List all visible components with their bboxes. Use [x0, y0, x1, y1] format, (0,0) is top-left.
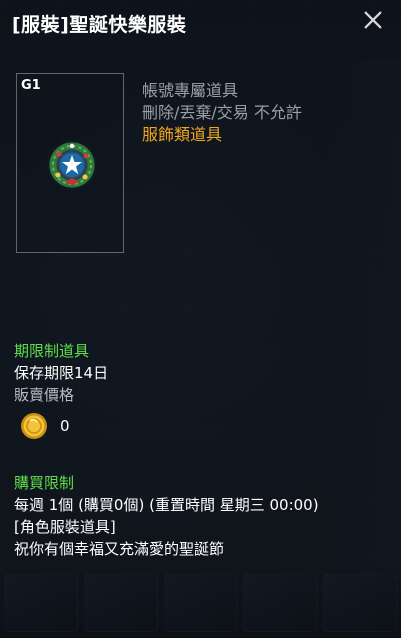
close-icon: [364, 11, 382, 29]
account-bound-label: 帳號專屬道具: [142, 81, 239, 100]
item-tooltip-panel: [服裝]聖誕快樂服裝 G1 帳號專屬道具 刪除/丟棄/交易 不允許 服飾類道具 …: [0, 0, 401, 638]
gold-coin-icon: [21, 413, 47, 439]
period-duration: 保存期限14日: [14, 364, 109, 382]
item-description: 祝你有個幸福又充滿愛的聖誕節: [14, 540, 225, 558]
sell-price-heading: 販賣價格: [14, 386, 75, 404]
close-button[interactable]: [359, 6, 387, 34]
sell-price-value: 0: [60, 417, 70, 435]
period-section: 期限制道具 保存期限14日 販賣價格: [14, 340, 108, 406]
restriction-label: 刪除/丟棄/交易 不允許: [142, 103, 302, 122]
purchase-heading: 購買限制: [14, 474, 75, 492]
period-heading: 期限制道具: [14, 342, 90, 360]
item-title: [服裝]聖誕快樂服裝: [12, 14, 187, 36]
item-properties: 帳號專屬道具 刪除/丟棄/交易 不允許 服飾類道具: [142, 80, 302, 146]
category-label: 服飾類道具: [142, 125, 223, 144]
item-type-label: [角色服裝道具]: [14, 518, 116, 536]
item-grade: G1: [21, 78, 41, 93]
purchase-section: 購買限制 每週 1個 (購買0個) (重置時間 星期三 00:00) [角色服裝…: [14, 472, 319, 560]
christmas-wreath-icon: [46, 139, 98, 191]
purchase-limit: 每週 1個 (購買0個) (重置時間 星期三 00:00): [14, 496, 319, 514]
tooltip-header: [服裝]聖誕快樂服裝: [0, 0, 401, 48]
item-slot: G1: [16, 73, 124, 253]
sell-price-row: 0: [20, 412, 70, 440]
